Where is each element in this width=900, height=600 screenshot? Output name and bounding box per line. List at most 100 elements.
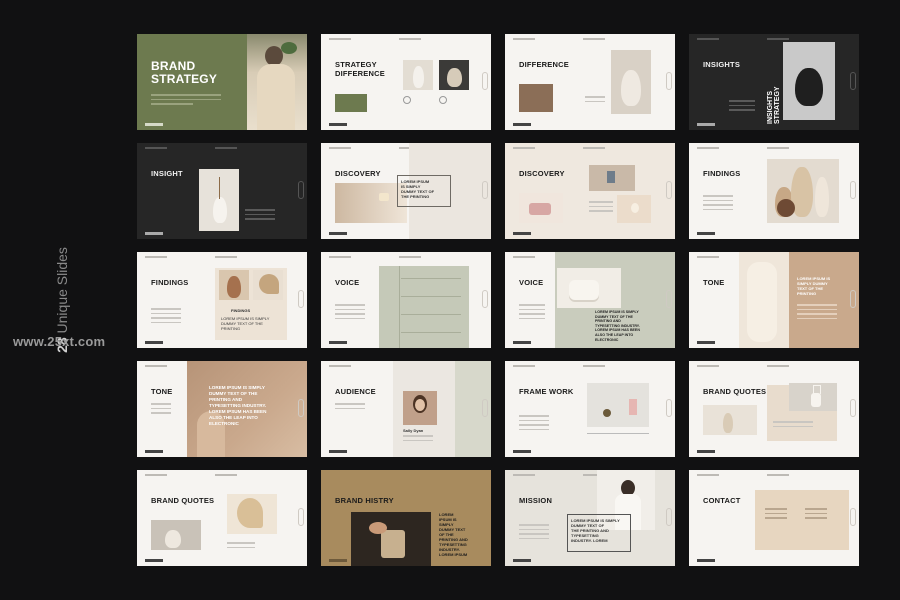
slide-header [697,474,851,478]
body-text [585,96,605,105]
slide-audience[interactable]: AUDIENCE Sally Dyan [321,361,491,457]
slide-title: CONTACT [703,496,741,505]
slide-title: BRAND QUOTES [703,387,767,396]
slide-brand-strategy[interactable]: BRAND STRATEGY [137,34,307,130]
circle-icon [403,96,411,104]
hands-photo [351,512,431,566]
vases-photo [703,405,757,435]
slide-footer [697,559,715,562]
slide-title: VOICE [519,278,544,287]
slide-header [329,38,483,42]
slide-title: FINDINGS [151,278,189,287]
slide-count-label: Unique Slides [54,247,70,334]
person-photo [739,252,789,348]
body-text [519,415,549,433]
nav-arrows[interactable] [666,181,672,199]
slide-findings-2[interactable]: FINDINGS FINDINGS LOREM IPSUM IS SIMPLY … [137,252,307,348]
slide-footer [513,450,531,453]
slide-discovery-2[interactable]: DISCOVERY [505,143,675,239]
slide-voice-2[interactable]: VOICE LOREM IPSUM IS SIMPLY DUMMY TEXT O… [505,252,675,348]
vertical-title: INSIGHTS STRATEGY [767,84,781,124]
slide-title: STRATEGY DIFFERENCE [335,60,385,78]
slide-tone[interactable]: TONE LOREM IPSUM IS SIMPLY DUMMY TEXT OF… [689,252,859,348]
nav-arrows[interactable] [850,508,856,526]
slide-header [329,256,483,260]
nav-arrows[interactable] [482,290,488,308]
slide-findings[interactable]: FINDINGS [689,143,859,239]
quote-text [773,421,813,430]
nav-arrows[interactable] [850,399,856,417]
slide-footer [513,123,531,126]
slide-header [513,365,667,369]
nav-arrows[interactable] [666,508,672,526]
caption-text: LOREM IPSUM IS SIMPLY DUMMY TEXT OF THE … [439,512,468,557]
persona-name: Sally Dyan [403,428,424,433]
divider [587,433,649,434]
slide-footer [513,341,531,344]
slide-header [697,147,851,151]
body-text [519,304,545,322]
slide-brand-quotes[interactable]: BRAND QUOTES [689,361,859,457]
room-photo [589,165,635,191]
slide-title: MISSION [519,496,553,505]
clay-panel [789,252,859,348]
bedroom-photo [519,193,563,223]
nav-arrows[interactable] [850,181,856,199]
slide-title: TONE [703,278,725,287]
vertical-title-text: INSIGHTS STRATEGY [767,86,781,124]
slide-header [697,365,851,369]
slide-title: INSIGHT [151,169,183,178]
slide-brand-histry[interactable]: BRAND HISTRY LOREM IPSUM IS SIMPLY DUMMY… [321,470,491,566]
nav-arrows[interactable] [298,399,304,417]
nav-arrows[interactable] [666,399,672,417]
nav-arrows[interactable] [482,72,488,90]
nav-arrows[interactable] [298,181,304,199]
nav-arrows[interactable] [482,181,488,199]
slide-discovery[interactable]: DISCOVERY LOREM IPSUM IS SIMPLY DUMMY TE… [321,143,491,239]
slide-header [145,147,299,151]
body-text [589,201,613,215]
vases-photo [767,159,839,223]
slide-difference[interactable]: DIFFERENCE [505,34,675,130]
decor-photo [587,383,649,427]
slide-header [513,38,667,42]
vases-photo [151,520,201,550]
slide-strategy-difference[interactable]: STRATEGY DIFFERENCE [321,34,491,130]
slide-footer [513,232,531,235]
slide-contact[interactable]: CONTACT [689,470,859,566]
slide-footer [697,450,715,453]
nav-arrows[interactable] [298,290,304,308]
deer-photo [789,383,837,411]
sidebar-caption: 28 Unique Slides www.25xt.com [0,0,130,600]
slide-frame-work[interactable]: FRAME WORK [505,361,675,457]
slide-mission[interactable]: MISSION LOREM IPSUM IS SIMPLY DUMMY TEXT… [505,470,675,566]
caption-text: LOREM IPSUM IS SIMPLY DUMMY TEXT OF THE … [571,518,620,543]
slide-insight[interactable]: INSIGHT [137,143,307,239]
slide-tone-2[interactable]: TONE LOREM IPSUM IS SIMPLY DUMMY TEXT OF… [137,361,307,457]
slide-footer [145,450,163,453]
slide-footer [145,123,163,126]
body-text [519,524,549,542]
nav-arrows[interactable] [298,508,304,526]
slide-footer [145,341,163,344]
slide-footer [329,559,347,562]
nav-arrows[interactable] [850,72,856,90]
body-text [797,304,837,322]
basket-photo [519,84,553,112]
nav-arrows[interactable] [666,72,672,90]
slide-header [513,147,667,151]
slide-title: DIFFERENCE [519,60,569,69]
slide-brand-quotes-2[interactable]: BRAND QUOTES [137,470,307,566]
leaf-photo [227,494,277,534]
slide-title: AUDIENCE [335,387,376,396]
nav-arrows[interactable] [850,290,856,308]
contact-info-left [765,508,787,522]
slide-footer [329,123,347,126]
slide-voice[interactable]: VOICE [321,252,491,348]
slide-title: BRAND STRATEGY [151,59,218,86]
nav-arrows[interactable] [482,399,488,417]
slide-title: BRAND QUOTES [151,496,215,505]
slide-insights[interactable]: INSIGHTS INSIGHTS STRATEGY [689,34,859,130]
nav-arrows[interactable] [666,290,672,308]
caption-text: LOREM IPSUM IS SIMPLY DUMMY TEXT OF THE … [401,179,435,199]
